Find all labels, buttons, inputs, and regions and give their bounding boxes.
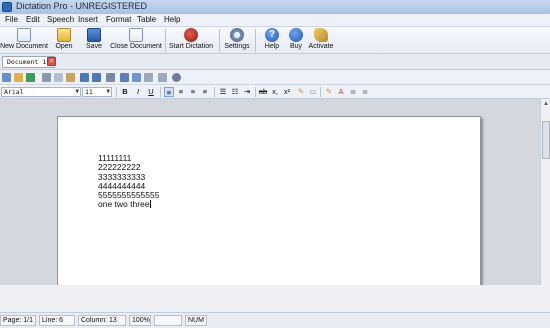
- find-icon[interactable]: [106, 73, 115, 82]
- status-num: NUM: [185, 315, 207, 326]
- format-separator: [214, 87, 215, 97]
- numbered-list-button[interactable]: ☷: [230, 87, 240, 97]
- key-icon: [314, 28, 328, 42]
- status-column: Column: 13: [78, 315, 126, 326]
- copy-icon[interactable]: [54, 73, 63, 82]
- menu-bar: File Edit Speech Insert Format Table Hel…: [0, 14, 550, 27]
- status-line: Line: 6: [39, 315, 75, 326]
- strikethrough-button[interactable]: ab: [258, 87, 268, 97]
- menu-table[interactable]: Table: [137, 15, 156, 24]
- document-tab-bar: Document 1* ×: [0, 54, 550, 70]
- help-button[interactable]: ? Help: [263, 27, 281, 54]
- format-separator: [255, 87, 256, 97]
- text-caret: [149, 200, 151, 209]
- status-bar: Page: 1/1 Line: 6 Column: 13 100% NUM: [0, 312, 550, 328]
- menu-insert[interactable]: Insert: [78, 15, 98, 24]
- save-button[interactable]: Save: [83, 27, 105, 54]
- chevron-down-icon: ▼: [75, 88, 79, 95]
- status-empty: [154, 315, 182, 326]
- folder-icon: [57, 28, 71, 42]
- print-icon[interactable]: [158, 73, 167, 82]
- eraser-icon[interactable]: ▭: [308, 87, 318, 97]
- floppy-disk-icon: [87, 28, 101, 42]
- undo-icon[interactable]: [80, 73, 89, 82]
- toolbar-separator: [255, 29, 256, 52]
- menu-file[interactable]: File: [5, 15, 18, 24]
- format-separator: [160, 87, 161, 97]
- justify-button[interactable]: ≡: [200, 87, 210, 97]
- close-document-icon: [129, 28, 143, 42]
- scrollbar-thumb[interactable]: [542, 121, 550, 159]
- horizontal-scroll-area: [0, 285, 550, 312]
- line-spacing-icon[interactable]: ≣: [360, 87, 370, 97]
- font-family-select[interactable]: Arial ▼: [1, 87, 81, 97]
- format-toolbar: Arial ▼ 11 ▼ B I U ≡ ≡ ≡ ≡ ☰ ☷ ⇥ ab x, x² …: [0, 85, 550, 99]
- refresh-icon[interactable]: [26, 73, 35, 82]
- new-document-icon: [17, 28, 31, 42]
- editor-area: 11111111 222222222 3333333333 4444444444…: [0, 99, 540, 306]
- format-separator: [320, 87, 321, 97]
- superscript-button[interactable]: x²: [282, 87, 292, 97]
- underline-button[interactable]: U: [146, 87, 156, 97]
- status-page: Page: 1/1: [0, 315, 36, 326]
- highlight-icon[interactable]: ✎: [296, 87, 306, 97]
- shopping-cart-icon: [289, 28, 303, 42]
- vertical-scrollbar[interactable]: ▲: [540, 99, 550, 285]
- toolbar-separator: [165, 29, 166, 52]
- help-icon: ?: [265, 28, 279, 42]
- menu-format[interactable]: Format: [106, 15, 131, 24]
- title-bar: Dictation Pro - UNREGISTERED: [0, 0, 550, 14]
- align-right-button[interactable]: ≡: [188, 87, 198, 97]
- new-document-button[interactable]: New Document: [0, 27, 48, 54]
- paragraph-icon[interactable]: ≣: [348, 87, 358, 97]
- font-color-icon[interactable]: A: [336, 87, 346, 97]
- document-page[interactable]: 11111111 222222222 3333333333 4444444444…: [57, 116, 481, 306]
- chevron-down-icon: ▼: [106, 88, 110, 95]
- subscript-button[interactable]: x,: [270, 87, 280, 97]
- app-icon: [2, 2, 12, 12]
- menu-help[interactable]: Help: [164, 15, 180, 24]
- indent-button[interactable]: ⇥: [242, 87, 252, 97]
- menu-edit[interactable]: Edit: [26, 15, 40, 24]
- format-separator: [116, 87, 117, 97]
- toolbar-separator: [219, 29, 220, 52]
- microphone-icon: [184, 28, 198, 42]
- scroll-up-icon[interactable]: ▲: [543, 101, 549, 107]
- dictation-pro-window: Dictation Pro - UNREGISTERED File Edit S…: [0, 0, 550, 328]
- text-line-last: one two three: [98, 199, 151, 210]
- align-center-button[interactable]: ≡: [176, 87, 186, 97]
- status-zoom: 100%: [129, 315, 151, 326]
- start-dictation-button[interactable]: Start Dictation: [168, 27, 214, 54]
- bullet-list-button[interactable]: ☰: [218, 87, 228, 97]
- menu-speech[interactable]: Speech: [47, 15, 74, 24]
- zoom-icon[interactable]: [172, 73, 181, 82]
- document-text[interactable]: 11111111 222222222 3333333333 4444444444…: [98, 153, 159, 210]
- open-button[interactable]: Open: [52, 27, 76, 54]
- close-document-button[interactable]: Close Document: [110, 27, 162, 54]
- cut-icon[interactable]: [42, 73, 51, 82]
- paste-icon[interactable]: [66, 73, 75, 82]
- redo-icon[interactable]: [92, 73, 101, 82]
- pen-icon[interactable]: ✎: [324, 87, 334, 97]
- align-left-button[interactable]: ≡: [164, 87, 174, 97]
- editing-toolbar: [0, 70, 550, 85]
- settings-button[interactable]: Settings: [224, 27, 250, 54]
- gear-icon: [230, 28, 244, 42]
- main-toolbar: New Document Open Save Close Document St…: [0, 27, 550, 54]
- italic-button[interactable]: I: [133, 87, 143, 97]
- activate-button[interactable]: Activate: [309, 27, 333, 54]
- bold-button[interactable]: B: [120, 87, 130, 97]
- insert-table-icon[interactable]: [120, 73, 129, 82]
- open-icon[interactable]: [14, 73, 23, 82]
- font-size-select[interactable]: 11 ▼: [82, 87, 112, 97]
- close-tab-icon[interactable]: ×: [47, 57, 56, 66]
- insert-image-icon[interactable]: [132, 73, 141, 82]
- print-preview-icon[interactable]: [144, 73, 153, 82]
- new-icon[interactable]: [2, 73, 11, 82]
- window-title: Dictation Pro - UNREGISTERED: [16, 1, 148, 11]
- buy-button[interactable]: Buy: [287, 27, 305, 54]
